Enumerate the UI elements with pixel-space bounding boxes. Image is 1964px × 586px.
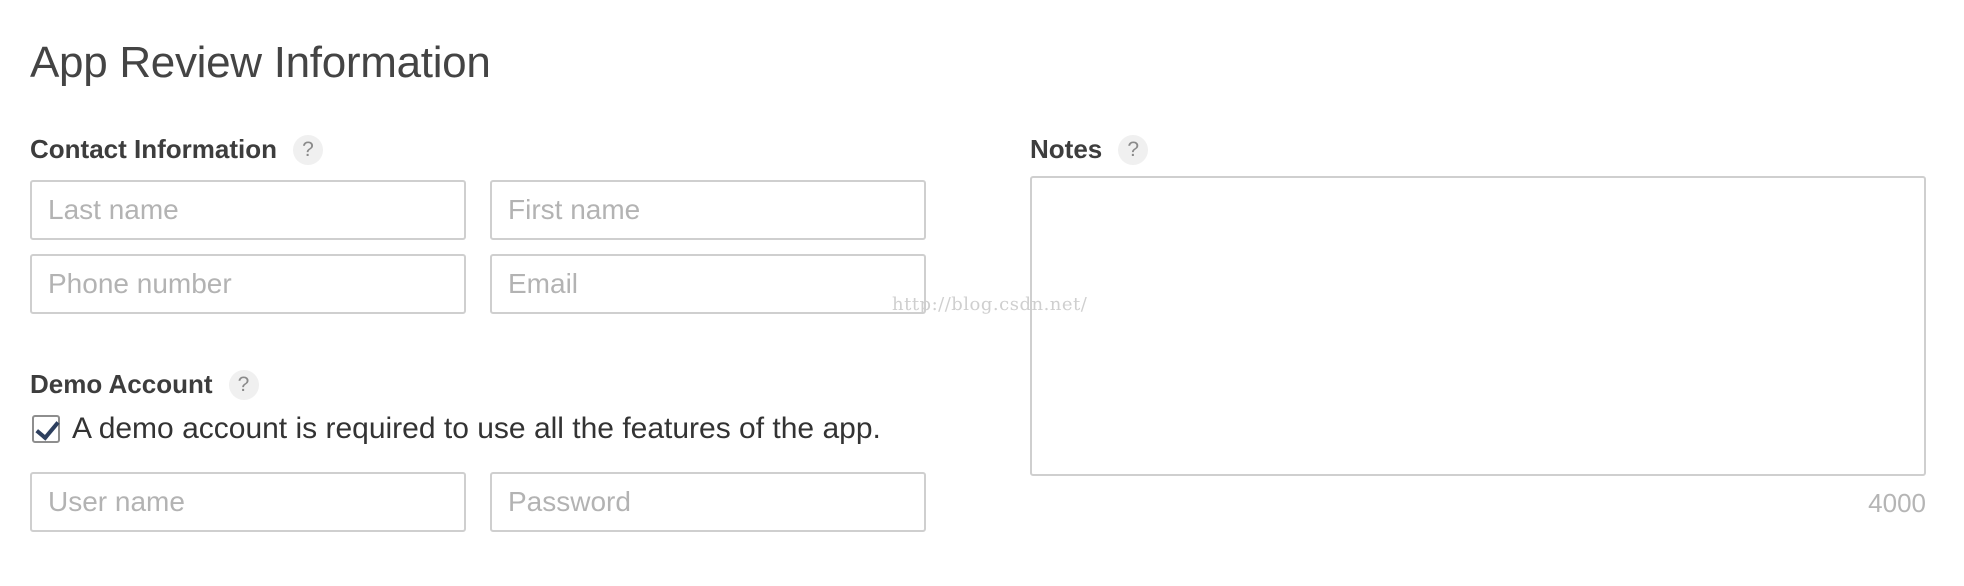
page-title: App Review Information xyxy=(30,38,491,87)
demo-account-required-row[interactable]: A demo account is required to use all th… xyxy=(32,412,881,446)
demo-account-required-label: A demo account is required to use all th… xyxy=(72,412,881,445)
contact-information-section: Contact Information ? xyxy=(30,134,323,165)
email-input[interactable] xyxy=(490,254,926,314)
demo-account-required-checkbox[interactable] xyxy=(32,415,60,443)
demo-account-label: Demo Account xyxy=(30,369,213,399)
demo-account-section: Demo Account ? xyxy=(30,369,259,400)
notes-textarea[interactable] xyxy=(1030,176,1926,476)
help-icon[interactable]: ? xyxy=(293,134,323,165)
notes-character-count: 4000 xyxy=(1868,488,1926,518)
help-icon[interactable]: ? xyxy=(228,369,259,400)
user-name-input[interactable] xyxy=(30,472,466,532)
contact-information-label: Contact Information xyxy=(30,134,277,164)
notes-section: Notes ? xyxy=(1030,134,1149,165)
watermark-text: http://blog.csdn.net/ xyxy=(892,294,1088,315)
help-icon[interactable]: ? xyxy=(1118,134,1149,165)
password-input[interactable] xyxy=(490,472,926,532)
last-name-input[interactable] xyxy=(30,180,466,240)
phone-number-input[interactable] xyxy=(30,254,466,314)
notes-label: Notes xyxy=(1030,134,1103,164)
first-name-input[interactable] xyxy=(490,180,926,240)
